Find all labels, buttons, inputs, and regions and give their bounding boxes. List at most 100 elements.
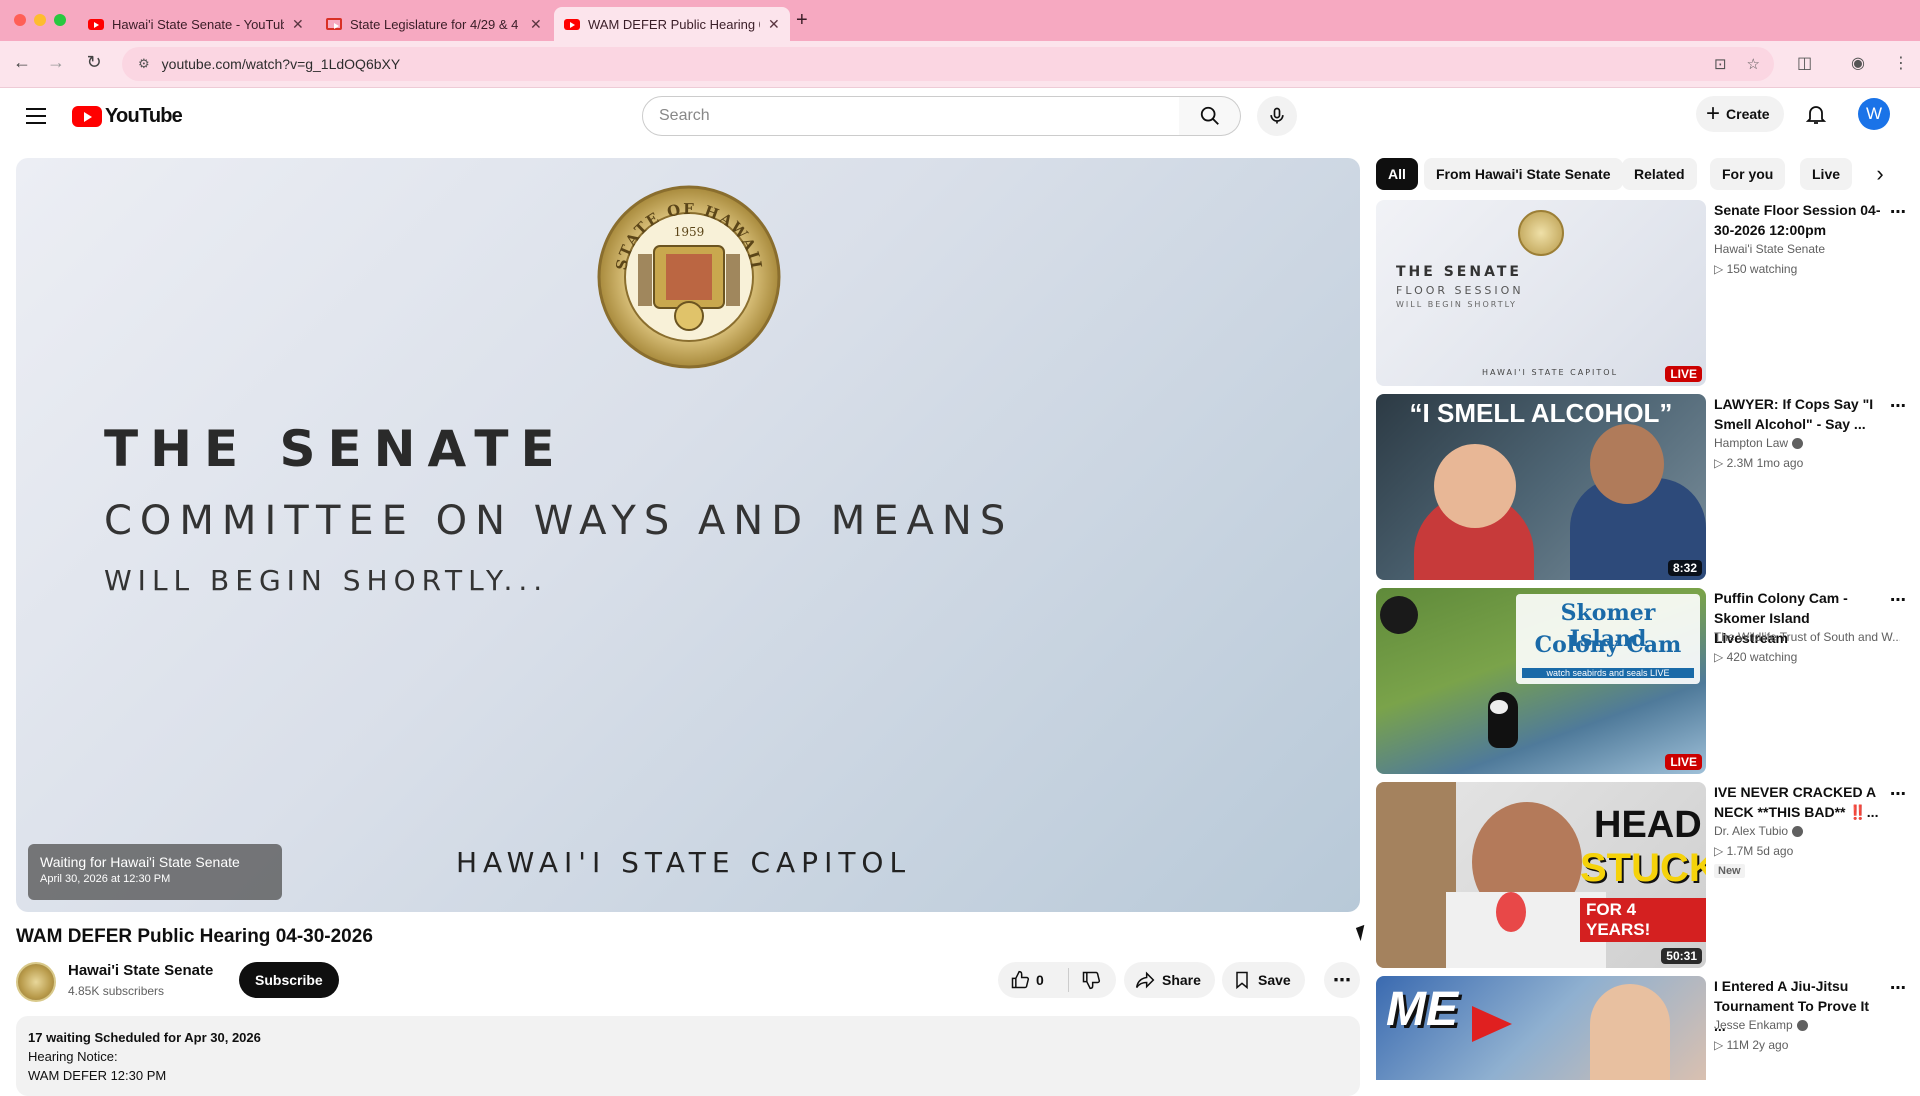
thumb-text: ME	[1386, 983, 1458, 1036]
recommended-channel[interactable]: Hampton Law	[1714, 436, 1900, 450]
video-thumbnail[interactable]: ME	[1376, 976, 1706, 1080]
back-icon[interactable]: ←	[10, 52, 34, 73]
url-text: youtube.com/watch?v=g_1LdOQ6bXY	[161, 56, 401, 72]
recommended-channel[interactable]: Hawai'i State Senate	[1714, 242, 1900, 256]
close-tab-icon[interactable]: ✕	[530, 16, 542, 33]
meta-text: 420 watching	[1726, 650, 1798, 664]
youtube-favicon-icon	[88, 18, 104, 30]
create-button[interactable]: + Create	[1696, 96, 1784, 132]
voice-search-button[interactable]	[1257, 96, 1297, 136]
recommended-meta: ▷ 150 watching	[1714, 262, 1797, 276]
slate-title: THE SENATE	[104, 420, 567, 478]
sidebar-icon[interactable]: ◫	[1797, 53, 1812, 73]
recommended-video[interactable]: THE SENATE FLOOR SESSION WILL BEGIN SHOR…	[1376, 200, 1906, 386]
forward-icon[interactable]: →	[44, 52, 68, 73]
like-button[interactable]: 0	[998, 970, 1068, 990]
close-window-button[interactable]	[14, 14, 26, 26]
description-box[interactable]: 17 waiting Scheduled for Apr 30, 2026 He…	[16, 1016, 1360, 1096]
address-bar[interactable]: ⚙ youtube.com/watch?v=g_1LdOQ6bXY ⊡ ☆	[122, 47, 1774, 81]
youtube-logo[interactable]: YouTube	[72, 105, 183, 128]
recommended-video[interactable]: HEAD STUCK FOR 4 YEARS! 50:31 IVE NEVER …	[1376, 782, 1906, 968]
play-icon: ▷	[1714, 1038, 1727, 1052]
channel-avatar[interactable]	[16, 962, 56, 1002]
live-icon: ▷	[1714, 650, 1727, 664]
thumb-text: watch seabirds and seals LIVE	[1522, 668, 1694, 678]
install-app-icon[interactable]: ⊡	[1714, 55, 1727, 73]
recommended-meta: ▷ 1.7M 5d ago	[1714, 844, 1793, 858]
site-info-icon[interactable]: ⚙	[138, 56, 150, 72]
subscribe-button[interactable]: Subscribe	[239, 962, 339, 998]
notifications-button[interactable]	[1804, 102, 1828, 131]
video-thumbnail[interactable]: THE SENATE FLOOR SESSION WILL BEGIN SHOR…	[1376, 200, 1706, 386]
more-options-icon[interactable]: ⋯	[1890, 396, 1907, 416]
recommended-video[interactable]: “I SMELL ALCOHOL” 8:32 LAWYER: If Cops S…	[1376, 394, 1906, 580]
more-options-icon[interactable]: ⋯	[1890, 590, 1907, 610]
browser-tab[interactable]: State Legislature for 4/29 & 4 ✕	[316, 7, 552, 41]
avatar-letter: W	[1865, 104, 1883, 123]
play-icon: ▷	[1714, 456, 1727, 470]
video-player[interactable]: STATE OF HAWAII 1959 THE SENATE COMMITTE…	[16, 158, 1360, 912]
bell-icon	[1805, 106, 1827, 124]
close-tab-icon[interactable]: ✕	[292, 16, 304, 33]
share-button[interactable]: Share	[1124, 962, 1215, 998]
verified-icon	[1792, 438, 1804, 450]
search-input[interactable]: Search	[642, 96, 1180, 136]
maximize-window-button[interactable]	[54, 14, 66, 26]
thumbs-up-icon	[1011, 970, 1030, 989]
minimize-window-button[interactable]	[34, 14, 46, 26]
youtube-play-logo-icon	[72, 106, 102, 127]
thumb-figure	[1434, 444, 1516, 528]
video-thumbnail[interactable]: HEAD STUCK FOR 4 YEARS! 50:31	[1376, 782, 1706, 968]
save-label: Save	[1258, 972, 1291, 988]
chevron-right-icon[interactable]: ›	[1866, 160, 1894, 188]
chip-live[interactable]: Live	[1800, 158, 1853, 190]
verified-icon	[1796, 1020, 1808, 1032]
search-button[interactable]	[1179, 96, 1241, 136]
more-options-icon[interactable]: ⋯	[1890, 784, 1907, 804]
microphone-icon	[1270, 107, 1284, 124]
recommended-title[interactable]: Senate Floor Session 04-30-2026 12:00pm	[1714, 200, 1884, 240]
recommended-video[interactable]: Skomer Island Colony Cam watch seabirds …	[1376, 588, 1906, 774]
thumb-text: Colony Cam	[1534, 632, 1682, 658]
chip-for-you[interactable]: For you	[1710, 158, 1786, 190]
recommended-title[interactable]: LAWYER: If Cops Say "I Smell Alcohol" - …	[1714, 394, 1884, 434]
browser-tab-active[interactable]: WAM DEFER Public Hearing 04-30-2026 ✕	[554, 7, 790, 41]
recommended-title[interactable]: IVE NEVER CRACKED A NECK **THIS BAD** ‼️…	[1714, 782, 1884, 822]
recommended-channel[interactable]: The Wildlife Trust of South and W...	[1714, 630, 1900, 644]
description-line: WAM DEFER 12:30 PM	[28, 1068, 167, 1083]
video-thumbnail[interactable]: “I SMELL ALCOHOL” 8:32	[1376, 394, 1706, 580]
bookmark-star-icon[interactable]: ☆	[1747, 55, 1760, 73]
slate-begin: WILL BEGIN SHORTLY...	[104, 564, 549, 597]
more-options-icon[interactable]: ⋯	[1890, 202, 1907, 222]
thumb-text-line: “I SMELL ALCOHOL”	[1409, 398, 1673, 428]
video-thumbnail[interactable]: Skomer Island Colony Cam watch seabirds …	[1376, 588, 1706, 774]
thumb-text: HEAD	[1594, 804, 1702, 846]
browser-menu-icon[interactable]: ⋮	[1893, 53, 1909, 73]
recommended-channel[interactable]: Jesse Enkamp	[1714, 1018, 1900, 1032]
youtube-favicon-icon	[564, 18, 580, 30]
browser-tab[interactable]: Hawai'i State Senate - YouTube ✕	[78, 7, 314, 41]
hamburger-menu-icon[interactable]	[26, 108, 46, 124]
channel-name[interactable]: Hawai'i State Senate	[68, 962, 213, 979]
close-tab-icon[interactable]: ✕	[768, 16, 780, 33]
reload-icon[interactable]: ↻	[82, 52, 106, 73]
more-options-icon[interactable]: ⋯	[1890, 978, 1907, 998]
account-avatar[interactable]: W	[1858, 98, 1890, 130]
youtube-header: YouTube Search + Create W	[0, 88, 1920, 144]
recommended-video[interactable]: ME I Entered A Jiu-Jitsu Tournament To P…	[1376, 976, 1906, 1080]
thumb-figure	[1590, 984, 1670, 1080]
more-actions-icon[interactable]: ⋯	[1324, 962, 1360, 998]
gmail-favicon-icon	[326, 18, 342, 30]
chip-related[interactable]: Related	[1622, 158, 1697, 190]
recommended-channel[interactable]: Dr. Alex Tubio	[1714, 824, 1900, 838]
chip-from-channel[interactable]: From Hawai'i State Senate	[1424, 158, 1623, 190]
save-button[interactable]: Save	[1222, 962, 1305, 998]
slate-committee: COMMITTEE ON WAYS AND MEANS	[104, 498, 1014, 544]
new-tab-icon[interactable]: +	[796, 9, 808, 32]
profile-icon[interactable]: ◉	[1851, 53, 1865, 73]
duration-badge: 50:31	[1661, 948, 1702, 964]
chip-all[interactable]: All	[1376, 158, 1418, 190]
live-badge: LIVE	[1665, 754, 1702, 770]
red-arrow-icon	[1472, 1006, 1512, 1042]
dislike-button[interactable]	[1069, 970, 1101, 990]
